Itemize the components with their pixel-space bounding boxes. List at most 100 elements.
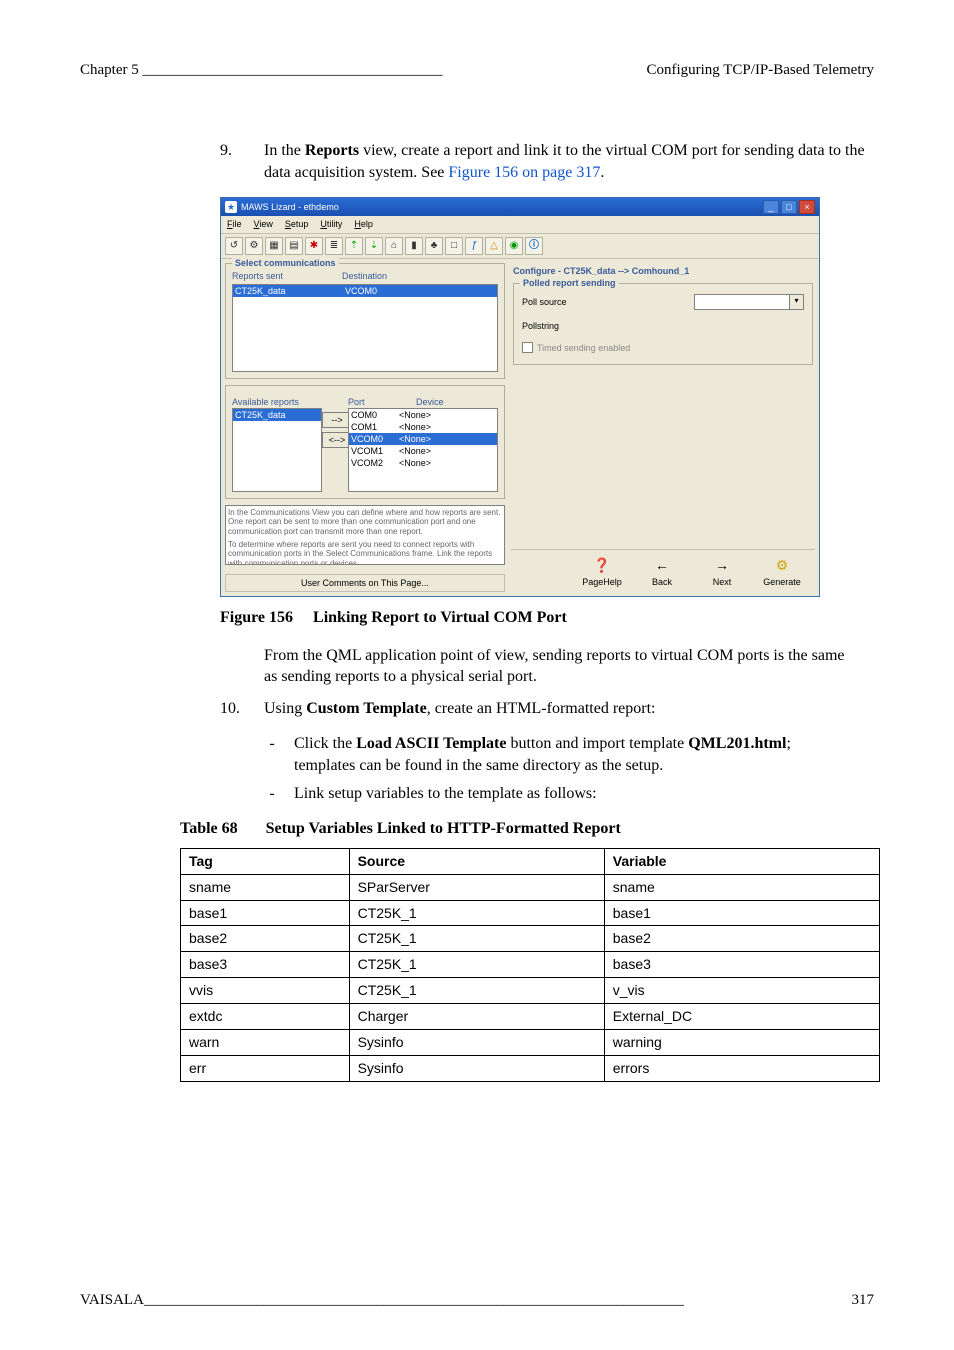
step-9-pre: In the: [264, 142, 305, 159]
header-right: Configuring TCP/IP-Based Telemetry: [646, 60, 874, 80]
port-row-0-port[interactable]: COM0: [349, 409, 397, 421]
step-9-end: .: [600, 164, 604, 181]
toolbar-btn-14[interactable]: △: [485, 237, 503, 255]
sel-report[interactable]: CT25K_data: [235, 285, 345, 297]
table-row: base1CT25K_1base1: [181, 900, 880, 926]
select-comm-legend: Select communications: [232, 257, 339, 269]
back-button[interactable]: ← Back: [637, 556, 687, 588]
toolbar-btn-10[interactable]: ▮: [405, 237, 423, 255]
app-window: ★ MAWS Lizard - ethdemo _ □ × File View …: [220, 197, 820, 597]
step-10-pre: Using: [264, 700, 306, 717]
figure-label: Figure 156: [220, 609, 293, 626]
toolbar-btn-6[interactable]: ≣: [325, 237, 343, 255]
available-reports-list[interactable]: CT25K_data: [232, 408, 322, 492]
menubar: File View Setup Utility Help: [221, 216, 819, 233]
reports-sent-listbox[interactable]: CT25K_data VCOM0: [232, 284, 498, 372]
port-row-1-dev[interactable]: <None>: [397, 421, 497, 433]
toolbar-btn-16[interactable]: ⓘ: [525, 237, 543, 255]
maximize-button[interactable]: □: [781, 200, 797, 214]
close-button[interactable]: ×: [799, 200, 815, 214]
available-reports-group: Available reports Port Device CT25K_data…: [225, 385, 505, 499]
port-row-1-port[interactable]: COM1: [349, 421, 397, 433]
pagehelp-button[interactable]: ❓ PageHelp: [577, 556, 627, 588]
menu-utility[interactable]: Utility: [320, 218, 342, 230]
page-footer: VAISALA_________________________________…: [80, 1290, 874, 1310]
toolbar-btn-3[interactable]: ▦: [265, 237, 283, 255]
table-row: errSysinfoerrors: [181, 1055, 880, 1081]
toolbar-btn-5[interactable]: ✱: [305, 237, 323, 255]
table-cell: vvis: [181, 978, 350, 1004]
menu-setup[interactable]: Setup: [285, 218, 309, 230]
toolbar-btn-11[interactable]: ♣: [425, 237, 443, 255]
port-row-4-port[interactable]: VCOM2: [349, 457, 397, 469]
step-10-body: Using Custom Template, create an HTML-fo…: [264, 698, 874, 720]
table-row: warnSysinfowarning: [181, 1029, 880, 1055]
titlebar: ★ MAWS Lizard - ethdemo _ □ ×: [221, 198, 819, 216]
th-source: Source: [349, 848, 604, 874]
configure-title: Configure - CT25K_data --> Comhound_1: [513, 265, 815, 277]
polled-report-legend: Polled report sending: [520, 277, 619, 289]
menu-help[interactable]: Help: [354, 218, 373, 230]
toolbar-btn-9[interactable]: ⌂: [385, 237, 403, 255]
port-device-list[interactable]: COM0<None> COM1<None> VCOM0<None> VCOM1<…: [348, 408, 498, 492]
table-cell: External_DC: [604, 1004, 879, 1030]
toolbar-btn-1[interactable]: ↺: [225, 237, 243, 255]
page-header: Chapter 5 ______________________________…: [80, 60, 874, 80]
menu-file[interactable]: File: [227, 218, 242, 230]
substep-2-body: Link setup variables to the template as …: [294, 783, 854, 805]
table-cell: base2: [604, 926, 879, 952]
pagehelp-icon: ❓: [593, 556, 610, 575]
substep-1-body: Click the Load ASCII Template button and…: [294, 733, 854, 776]
next-button[interactable]: → Next: [697, 556, 747, 588]
toolbar-btn-12[interactable]: □: [445, 237, 463, 255]
toolbar-btn-2[interactable]: ⚙: [245, 237, 263, 255]
figure-caption: Figure 156 Linking Report to Virtual COM…: [220, 607, 874, 629]
user-comments-button[interactable]: User Comments on This Page...: [225, 574, 505, 592]
table-cell: CT25K_1: [349, 900, 604, 926]
info-p2: To determine where reports are sent you …: [228, 540, 502, 565]
port-row-2-port[interactable]: VCOM0: [349, 433, 397, 445]
step-9-xref[interactable]: Figure 156 on page 317: [448, 164, 600, 181]
table-cell: Sysinfo: [349, 1029, 604, 1055]
menu-view[interactable]: View: [254, 218, 273, 230]
app-icon: ★: [225, 201, 237, 213]
port-row-2-dev[interactable]: <None>: [397, 433, 497, 445]
available-report-item[interactable]: CT25K_data: [233, 409, 321, 421]
toolbar-btn-15[interactable]: ◉: [505, 237, 523, 255]
table-cell: base1: [604, 900, 879, 926]
table-cell: extdc: [181, 1004, 350, 1030]
device-label: Device: [416, 396, 498, 408]
th-variable: Variable: [604, 848, 879, 874]
toolbar-btn-13[interactable]: ƒ: [465, 237, 483, 255]
toolbar-btn-4[interactable]: ▤: [285, 237, 303, 255]
port-row-3-dev[interactable]: <None>: [397, 445, 497, 457]
step-9-bold: Reports: [305, 142, 359, 159]
table-cell: err: [181, 1055, 350, 1081]
sel-destination[interactable]: VCOM0: [345, 285, 377, 297]
timed-sending-label: Timed sending enabled: [537, 342, 630, 354]
poll-source-combo[interactable]: ▾: [694, 294, 804, 310]
table-head-row: Tag Source Variable: [181, 848, 880, 874]
generate-button[interactable]: ⚙ Generate: [757, 556, 807, 588]
back-label: Back: [652, 576, 672, 588]
table-row: vvisCT25K_1v_vis: [181, 978, 880, 1004]
toolbar-btn-7[interactable]: ⇡: [345, 237, 363, 255]
table-cell: warning: [604, 1029, 879, 1055]
step-10-bold: Custom Template: [306, 700, 426, 717]
minimize-button[interactable]: _: [763, 200, 779, 214]
table-cell: SParServer: [349, 874, 604, 900]
port-row-3-port[interactable]: VCOM1: [349, 445, 397, 457]
sub1-d: QML201.html: [688, 735, 786, 752]
port-row-0-dev[interactable]: <None>: [397, 409, 497, 421]
arrow-left-icon: ←: [655, 556, 669, 575]
table-cell: CT25K_1: [349, 978, 604, 1004]
timed-sending-checkbox[interactable]: Timed sending enabled: [522, 342, 804, 354]
gear-icon: ⚙: [776, 556, 789, 575]
toolbar-btn-8[interactable]: ⇣: [365, 237, 383, 255]
port-label: Port: [348, 396, 416, 408]
figure-156: ★ MAWS Lizard - ethdemo _ □ × File View …: [220, 197, 820, 597]
sub1-b: Load ASCII Template: [356, 735, 506, 752]
after-figure-paragraph: From the QML application point of view, …: [264, 645, 854, 688]
table-caption: Table 68 Setup Variables Linked to HTTP-…: [180, 818, 874, 840]
port-row-4-dev[interactable]: <None>: [397, 457, 497, 469]
